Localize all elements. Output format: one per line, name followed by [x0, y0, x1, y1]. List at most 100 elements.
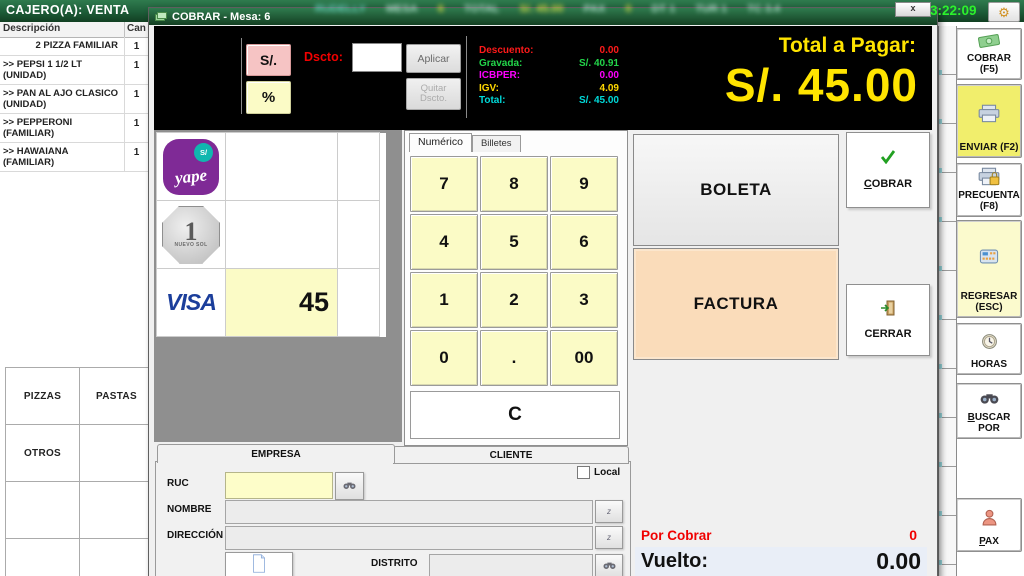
- category-button-empty[interactable]: [79, 538, 154, 576]
- nombre-edit-button[interactable]: z: [595, 500, 623, 523]
- sidebar-button-label: COBRAR (F5): [957, 53, 1021, 79]
- item-description: >> PEPPERONI (FAMILIAR): [0, 114, 124, 142]
- sidebar-button-regresar-esc[interactable]: REGRESAR (ESC): [956, 220, 1022, 318]
- cash-amount-cell[interactable]: [225, 200, 338, 269]
- keypad-key-6[interactable]: 6: [550, 214, 618, 270]
- local-checkbox-row: Local: [577, 466, 620, 479]
- cobrar-dialog: COBRAR - Mesa: 6 x S/. % Dscto: Aplicar …: [148, 7, 938, 576]
- visa-extra-cell[interactable]: [337, 268, 380, 337]
- keypad-clear-key[interactable]: C: [410, 391, 620, 439]
- category-button-otros[interactable]: OTROS: [5, 424, 80, 482]
- total-row-value: S/. 45.00: [505, 95, 619, 108]
- category-button-empty[interactable]: [79, 481, 154, 539]
- sidebar-button-enviar-f2[interactable]: ENVIAR (F2): [956, 84, 1022, 158]
- sidebar-button-pax[interactable]: PAX: [956, 498, 1022, 552]
- vuelto-value: 0.00: [876, 548, 921, 575]
- strip-cell: [939, 26, 956, 75]
- settings-button[interactable]: ⚙: [988, 2, 1020, 22]
- order-rows: 2 PIZZA FAMILIAR1>> PEPSI 1 1/2 LT (UNID…: [0, 37, 148, 172]
- yape-extra-cell[interactable]: [337, 132, 380, 201]
- tab-cliente[interactable]: CLIENTE: [393, 446, 629, 464]
- total-row-value: 4.09: [499, 83, 619, 96]
- order-row[interactable]: >> PAN AL AJO CLASICO (UNIDAD)1: [0, 85, 148, 114]
- total-row: Total:S/. 45.00: [479, 95, 619, 108]
- apply-discount-button[interactable]: Aplicar: [406, 44, 461, 73]
- item-quantity: 1: [124, 85, 148, 113]
- category-button-empty[interactable]: [5, 538, 80, 576]
- keypad-key-9[interactable]: 9: [550, 156, 618, 212]
- exit-door-icon: [880, 300, 896, 321]
- check-icon: [880, 150, 896, 169]
- close-button[interactable]: x: [895, 2, 931, 17]
- sidebar-button-label: BUSCAR POR: [957, 412, 1021, 438]
- sidebar-button-cobrar-f5[interactable]: COBRAR (F5): [956, 28, 1022, 80]
- tab-numerico[interactable]: Numérico: [409, 133, 472, 152]
- order-row[interactable]: >> PEPSI 1 1/2 LT (UNIDAD)1: [0, 56, 148, 85]
- keypad-key-2[interactable]: 2: [480, 272, 548, 328]
- item-quantity: 1: [124, 143, 148, 171]
- keypad-key-.[interactable]: .: [480, 330, 548, 386]
- keypad-key-8[interactable]: 8: [480, 156, 548, 212]
- keypad-key-1[interactable]: 1: [410, 272, 478, 328]
- total-row-value: S/. 40.91: [522, 58, 619, 71]
- keypad-key-5[interactable]: 5: [480, 214, 548, 270]
- category-button-pastas[interactable]: PASTAS: [79, 367, 154, 425]
- sidebar-button-buscar-por[interactable]: BUSCAR POR: [956, 383, 1022, 439]
- total-row-label: ICBPER:: [479, 70, 520, 83]
- sidebar-button-horas[interactable]: HORAS: [956, 323, 1022, 375]
- dialog-title-bar[interactable]: COBRAR - Mesa: 6: [149, 8, 937, 25]
- keypad-key-7[interactable]: 7: [410, 156, 478, 212]
- visa-cell[interactable]: VISA: [156, 268, 226, 337]
- tab-billetes[interactable]: Billetes: [472, 135, 521, 152]
- local-checkbox[interactable]: [577, 466, 590, 479]
- person-icon: [982, 509, 997, 526]
- sidebar-button-precuenta-f8[interactable]: PRECUENTA (F8): [956, 163, 1022, 217]
- category-grid: PIZZASPASTASOTROS: [6, 368, 156, 576]
- keypad-key-00[interactable]: 00: [550, 330, 618, 386]
- yape-cell[interactable]: S/ yape: [156, 132, 226, 201]
- cash-extra-cell[interactable]: [337, 200, 380, 269]
- order-row[interactable]: >> HAWAIANA (FAMILIAR)1: [0, 143, 148, 172]
- yape-amount-cell[interactable]: [225, 132, 338, 201]
- distrito-input[interactable]: [429, 554, 593, 576]
- ruc-search-button[interactable]: [335, 472, 364, 500]
- cash-cell[interactable]: 1 NUEVO SOL: [156, 200, 226, 269]
- category-button-empty[interactable]: [5, 481, 80, 539]
- discount-soles-button[interactable]: S/.: [246, 44, 291, 76]
- boleta-button[interactable]: BOLETA: [633, 134, 839, 246]
- remove-discount-button[interactable]: Quitar Dscto.: [406, 78, 461, 110]
- edit-icon: z: [607, 507, 611, 516]
- direccion-edit-button[interactable]: z: [595, 526, 623, 549]
- cashier-label: CAJERO(A): VENTA: [6, 3, 129, 17]
- visa-amount-cell[interactable]: 45: [225, 268, 338, 337]
- total-row: IGV:4.09: [479, 83, 619, 96]
- discount-percent-button[interactable]: %: [246, 81, 291, 114]
- cobrar-button[interactable]: COBRAR: [846, 132, 930, 208]
- order-row[interactable]: >> PEPPERONI (FAMILIAR)1: [0, 114, 148, 143]
- page-icon: [251, 554, 267, 576]
- discount-input[interactable]: [352, 43, 402, 72]
- keypad-panel: Numérico Billetes 789 456 123 0.00 C: [404, 130, 628, 446]
- tab-empresa[interactable]: EMPRESA: [157, 444, 395, 463]
- cerrar-button[interactable]: CERRAR: [846, 284, 930, 356]
- sidebar-button-label: PRECUENTA (F8): [957, 190, 1021, 216]
- divider: [466, 36, 467, 118]
- direccion-input[interactable]: [225, 526, 593, 550]
- ruc-input[interactable]: [225, 472, 333, 499]
- direccion-label: DIRECCIÓN: [167, 530, 223, 541]
- nombre-input[interactable]: [225, 500, 593, 524]
- order-row[interactable]: 2 PIZZA FAMILIAR1: [0, 37, 148, 56]
- category-button-empty[interactable]: [79, 424, 154, 482]
- item-quantity: 1: [124, 56, 148, 84]
- total-row-label: Gravada:: [479, 58, 522, 71]
- keypad-key-3[interactable]: 3: [550, 272, 618, 328]
- keypad-tabs: Numérico Billetes: [409, 133, 521, 152]
- new-document-button[interactable]: [225, 552, 293, 576]
- keypad-key-4[interactable]: 4: [410, 214, 478, 270]
- category-button-pizzas[interactable]: PIZZAS: [5, 367, 80, 425]
- keypad-key-0[interactable]: 0: [410, 330, 478, 386]
- factura-button[interactable]: FACTURA: [633, 248, 839, 360]
- distrito-search-button[interactable]: [595, 554, 623, 576]
- totals-list: Descuento:0.00Gravada:S/. 40.91ICBPER:0.…: [479, 45, 619, 108]
- order-panel: Descripción Can 2 PIZZA FAMILIAR1>> PEPS…: [0, 22, 149, 576]
